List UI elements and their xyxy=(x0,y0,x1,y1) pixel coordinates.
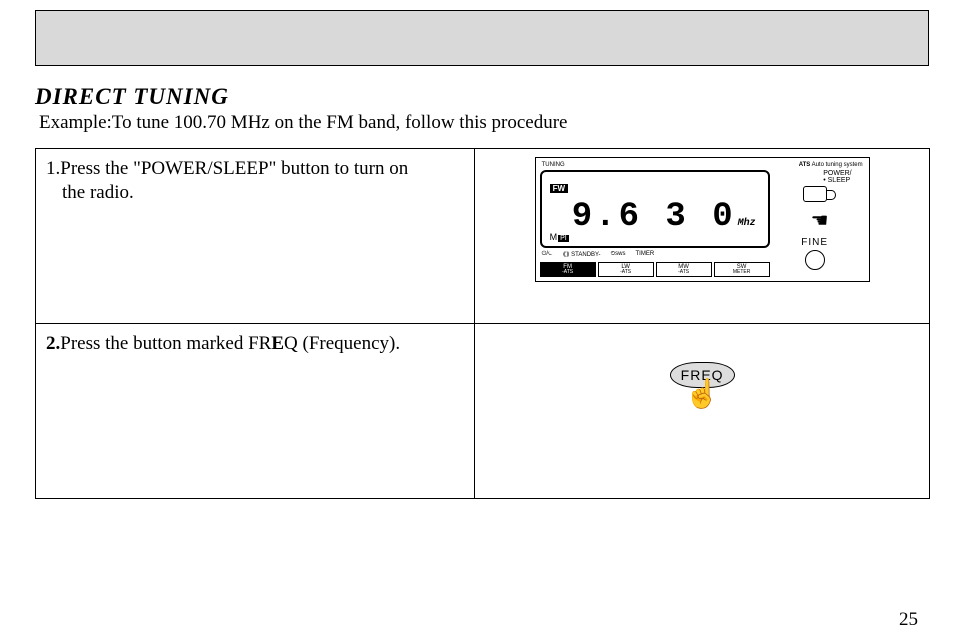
radio-tuning-label: TUNING xyxy=(542,162,565,168)
timer-icon: TIMER xyxy=(636,251,655,258)
step-1-text: 1.Press the "POWER/SLEEP" button to turn… xyxy=(36,149,475,324)
step-text-post: Q (Frequency). xyxy=(284,333,400,354)
power-sleep-label: POWER/ • SLEEP xyxy=(823,170,851,184)
lcd-fw-badge: FW xyxy=(550,184,568,193)
lcd-frequency: 9.6 3 0Mhz xyxy=(550,198,756,236)
step-text-bold: E xyxy=(271,333,284,354)
radio-indicator-row: ⏻/⏾ ⟪⟫ STANDBY- ⏲sws TIMER xyxy=(542,251,772,258)
radio-lcd: FW 9.6 3 0Mhz MPI xyxy=(540,170,770,248)
hand-pointer-icon: ☚ xyxy=(811,208,829,233)
step-num: 2. xyxy=(46,333,60,354)
step-text-pre: Press the button marked FR xyxy=(60,333,271,354)
fine-knob xyxy=(805,250,825,270)
step-num: 1. xyxy=(46,158,60,179)
step-text-cont: the radio. xyxy=(46,181,464,205)
band-fm: FM-ATS xyxy=(540,262,596,277)
power-sleep-switch xyxy=(803,186,827,202)
step-2-text: 2.Press the button marked FREQ (Frequenc… xyxy=(36,324,475,499)
step-text: Press the "POWER/SLEEP" button to turn o… xyxy=(60,158,408,179)
radio-diagram: TUNING ATS Auto tuning system FW 9.6 3 0… xyxy=(535,157,870,282)
table-row: 2.Press the button marked FREQ (Frequenc… xyxy=(36,324,930,499)
table-row: 1.Press the "POWER/SLEEP" button to turn… xyxy=(36,149,930,324)
band-mw: MW-ATS xyxy=(656,262,712,277)
step-1-image: TUNING ATS Auto tuning system FW 9.6 3 0… xyxy=(475,149,930,324)
hand-pointer-icon: ☝ xyxy=(670,384,735,406)
band-sw: SWMETER xyxy=(714,262,770,277)
band-lw: LW-ATS xyxy=(598,262,654,277)
header-bar xyxy=(35,10,929,66)
standby-icon: ⟪⟫ STANDBY- xyxy=(563,251,601,258)
example-line: Example:To tune 100.70 MHz on the FM ban… xyxy=(39,112,934,134)
fine-label: FINE xyxy=(801,237,828,248)
steps-table: 1.Press the "POWER/SLEEP" button to turn… xyxy=(35,148,930,499)
sws-icon: ⏲sws xyxy=(610,251,625,258)
page-number: 25 xyxy=(899,609,918,631)
band-buttons-row: FM-ATS LW-ATS MW-ATS SWMETER xyxy=(540,262,770,277)
power-sleep-icon: ⏻/⏾ xyxy=(542,251,553,258)
step-2-image: FREQ ☝ xyxy=(475,324,930,499)
radio-brand: ATS Auto tuning system xyxy=(799,162,863,168)
section-title: DIRECT TUNING xyxy=(35,84,934,110)
lcd-memory: MPI xyxy=(550,232,569,242)
